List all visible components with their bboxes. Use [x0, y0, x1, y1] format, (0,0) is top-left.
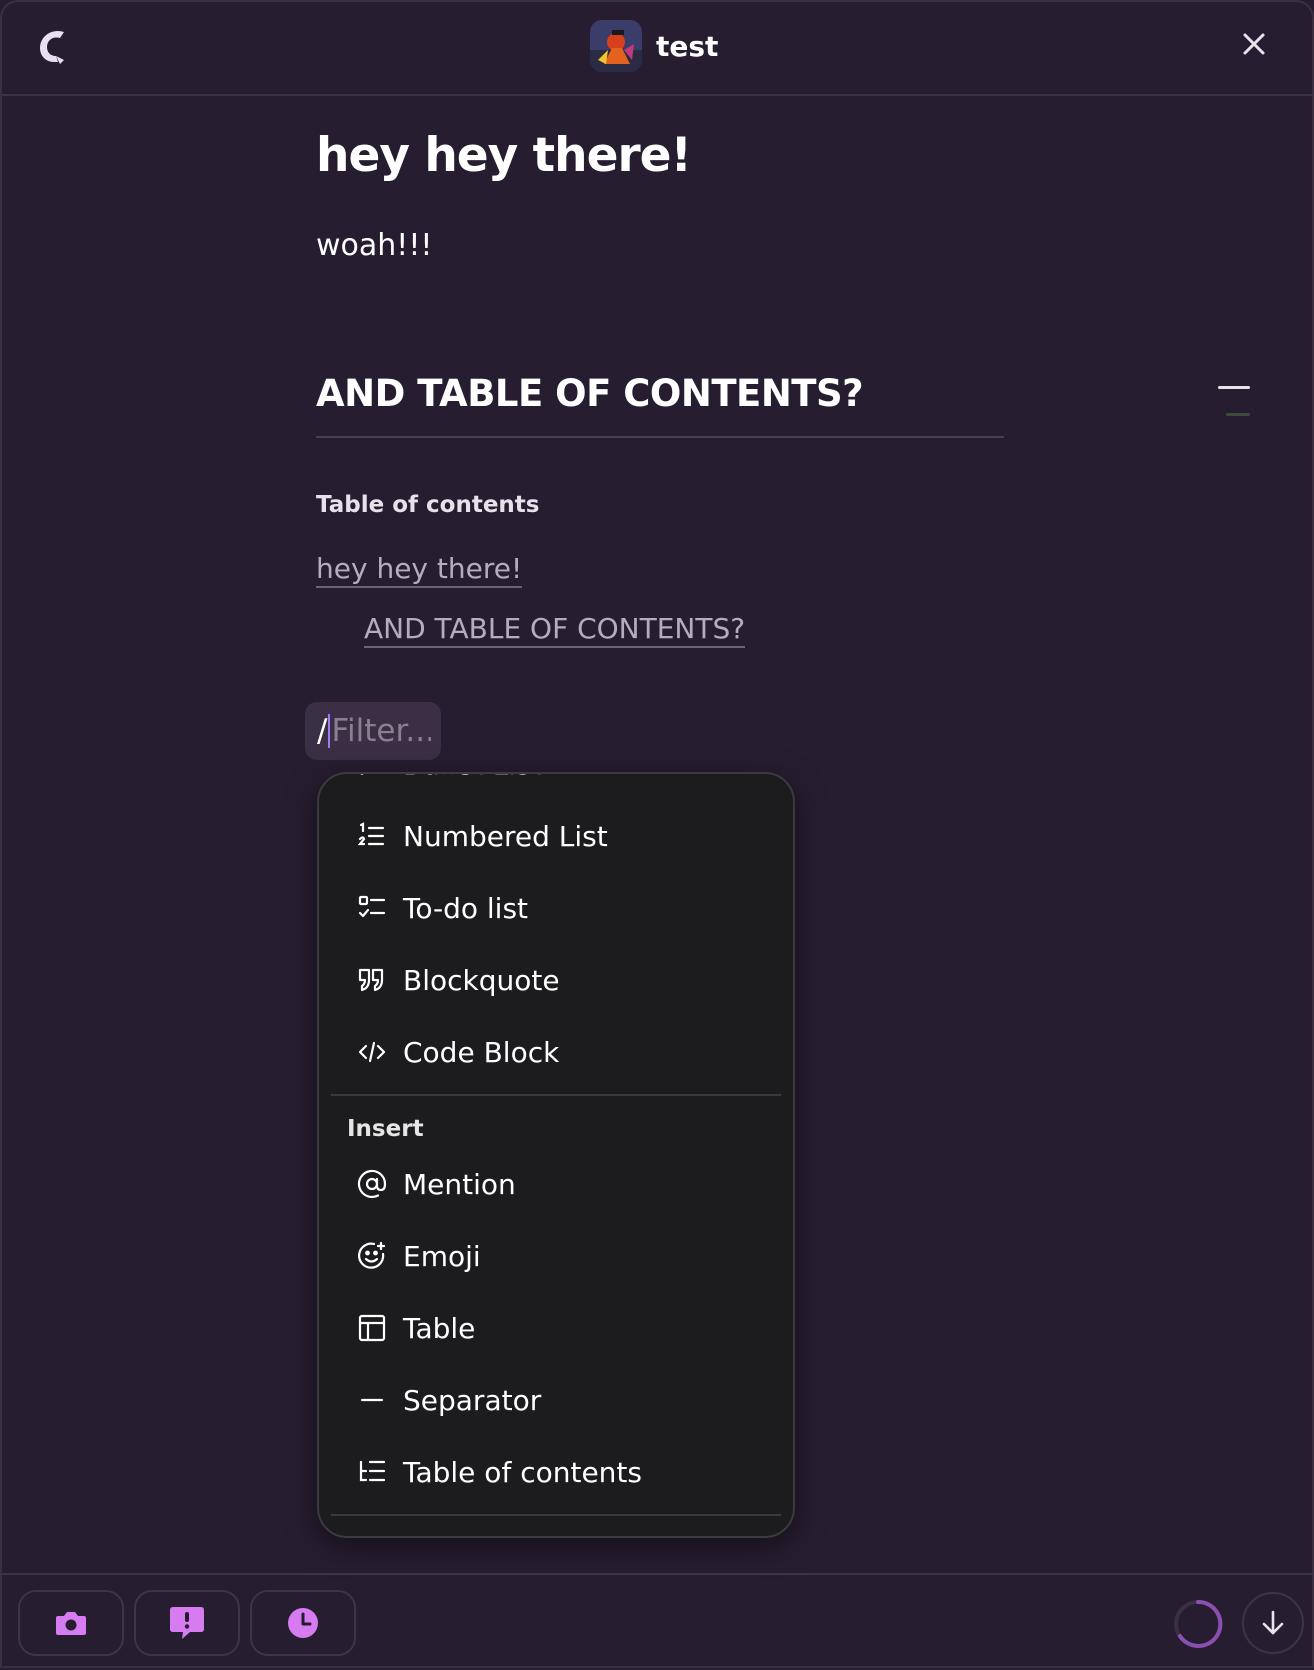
- at-sign-icon: [357, 1169, 387, 1199]
- menu-item-label: Mention: [403, 1167, 516, 1201]
- menu-item-label: Table of contents: [403, 1455, 642, 1489]
- heading-2[interactable]: AND TABLE OF CONTENTS?: [316, 372, 864, 415]
- camera-button[interactable]: [18, 1590, 124, 1656]
- menu-item-label: Numbered List: [403, 819, 608, 853]
- scroll-down-button[interactable]: [1242, 1592, 1304, 1654]
- toc-entry[interactable]: AND TABLE OF CONTENTS?: [364, 612, 746, 648]
- bullet-list-icon: [357, 774, 387, 779]
- blockquote-icon: [357, 965, 387, 995]
- menu-divider: [331, 1094, 781, 1096]
- menu-item-emoji[interactable]: Emoji: [319, 1220, 793, 1292]
- filter-input[interactable]: [331, 713, 432, 749]
- close-button[interactable]: [1238, 28, 1270, 60]
- document-title-group[interactable]: test: [590, 20, 718, 72]
- menu-item-label: Code Block: [403, 1035, 560, 1069]
- text-caret: [328, 714, 331, 748]
- emoji-icon: [357, 1241, 387, 1271]
- document-avatar: [590, 20, 642, 72]
- menu-item-code-block[interactable]: Code Block: [319, 1016, 793, 1088]
- top-bar: test: [0, 0, 1314, 96]
- close-icon: [1243, 33, 1265, 55]
- document-title: test: [656, 29, 719, 63]
- menu-item-todo-list[interactable]: To-do list: [319, 872, 793, 944]
- menu-item-numbered-list[interactable]: Numbered List: [319, 800, 793, 872]
- heading-1[interactable]: hey hey there!: [316, 128, 692, 183]
- paragraph[interactable]: woah!!!: [316, 228, 432, 263]
- menu-item-table-of-contents[interactable]: Table of contents: [319, 1436, 793, 1508]
- minimap-line: [1226, 413, 1250, 416]
- toc-label: Table of contents: [316, 492, 540, 518]
- history-button[interactable]: [250, 1590, 356, 1656]
- table-of-contents-icon: [357, 1457, 387, 1487]
- camera-icon: [56, 1612, 86, 1635]
- menu-section-insert: Insert: [347, 1116, 424, 1142]
- code-icon: [357, 1037, 387, 1067]
- toc-entry[interactable]: hey hey there!: [316, 552, 523, 588]
- menu-item-label: Table: [403, 1311, 476, 1345]
- menu-item-table[interactable]: Table: [319, 1292, 793, 1364]
- feedback-button[interactable]: [134, 1590, 240, 1656]
- menu-item-blockquote[interactable]: Blockquote: [319, 944, 793, 1016]
- arrow-down-icon: [1262, 1610, 1284, 1635]
- menu-item-label: Separator: [403, 1383, 542, 1417]
- heading-divider: [316, 436, 1004, 438]
- menu-item-label: To-do list: [403, 891, 529, 925]
- todo-list-icon: [357, 893, 387, 923]
- minimap-line: [1218, 386, 1250, 389]
- slash-prefix: /: [317, 713, 328, 749]
- menu-item-label: Bullet List: [403, 774, 542, 781]
- menu-item-mention[interactable]: Mention: [319, 1148, 793, 1220]
- slash-command-menu[interactable]: Bullet List Numbered List To-do list: [317, 772, 795, 1538]
- numbered-list-icon: [357, 821, 387, 851]
- clock-icon: [288, 1608, 318, 1638]
- separator-icon: [357, 1385, 387, 1415]
- feedback-icon: [170, 1607, 204, 1639]
- menu-item-label: Blockquote: [403, 963, 560, 997]
- loading-spinner: [1172, 1598, 1224, 1650]
- menu-divider: [331, 1514, 781, 1516]
- slash-command-filter[interactable]: /: [305, 702, 441, 760]
- menu-item-bullet-list[interactable]: Bullet List: [319, 774, 793, 800]
- table-icon: [357, 1313, 387, 1343]
- menu-item-separator[interactable]: Separator: [319, 1364, 793, 1436]
- app-logo-icon[interactable]: [34, 26, 74, 66]
- menu-item-label: Emoji: [403, 1239, 481, 1273]
- outline-minimap[interactable]: [1218, 386, 1252, 416]
